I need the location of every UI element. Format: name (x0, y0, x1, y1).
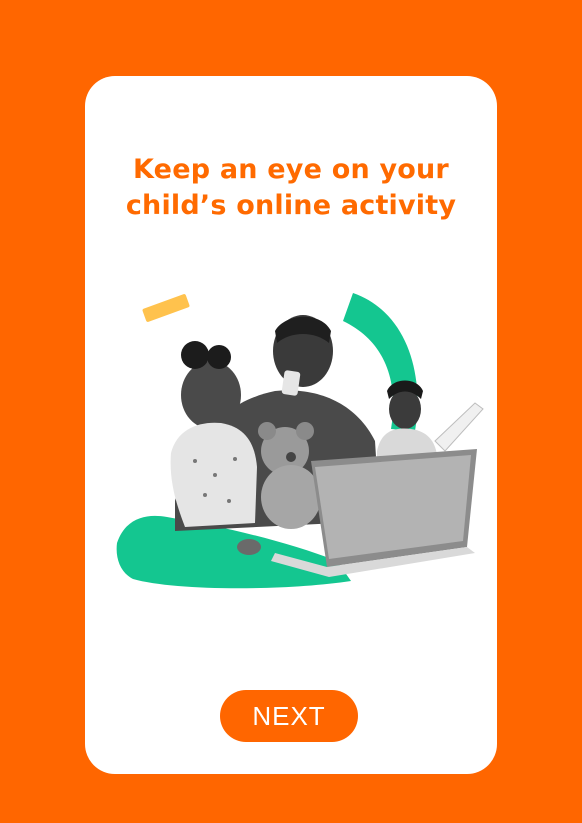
yellow-accent-bar (142, 294, 190, 322)
headline: Keep an eye on your child’s online activ… (85, 152, 497, 224)
toddler-figure (170, 341, 261, 555)
headline-line-1: Keep an eye on your (133, 154, 449, 185)
next-button[interactable]: NEXT (220, 690, 358, 742)
headline-line-2: child’s online activity (125, 190, 457, 221)
onboarding-card: Keep an eye on your child’s online activ… (85, 76, 497, 774)
family-laptop-illustration (116, 293, 484, 589)
older-child-figure (377, 380, 484, 459)
